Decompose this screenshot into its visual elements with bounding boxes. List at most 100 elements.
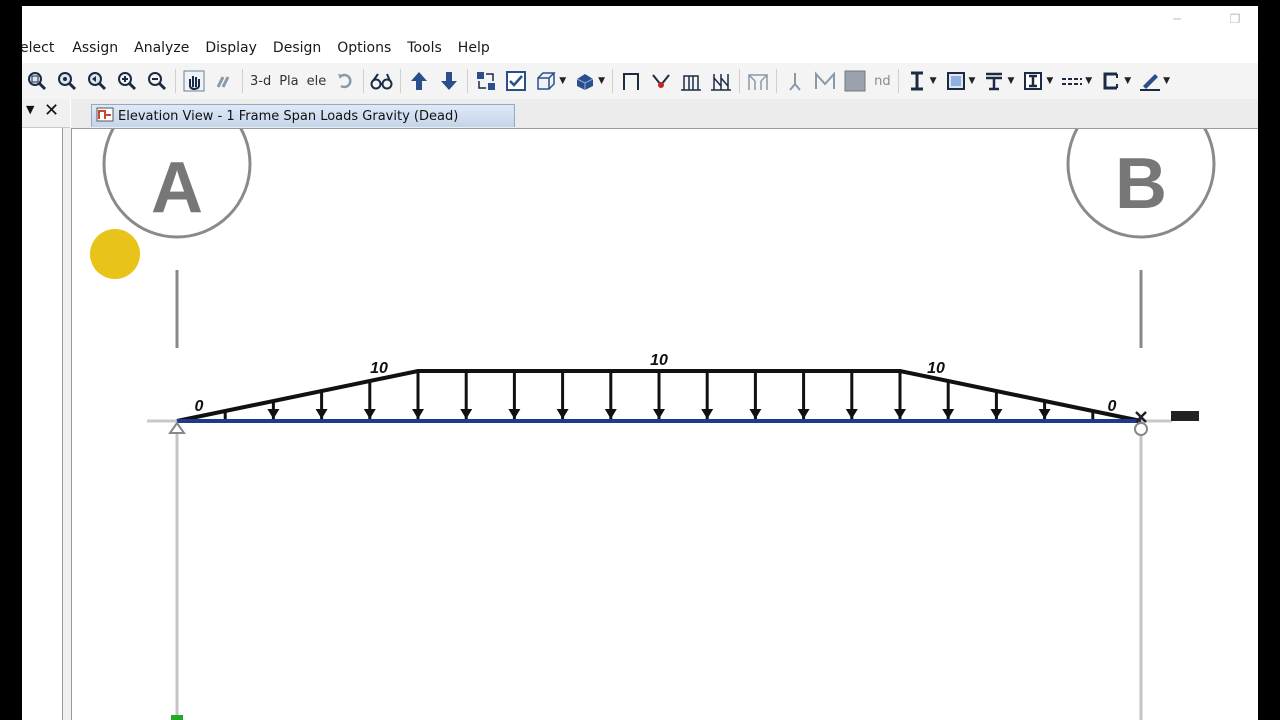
pen-icon[interactable] — [1138, 69, 1162, 93]
support-marker — [171, 715, 183, 720]
zoom-in-icon[interactable] — [115, 69, 139, 93]
load-arrow-head — [653, 409, 665, 419]
load-arrow-head — [942, 409, 955, 419]
pointer-icon[interactable] — [212, 69, 236, 93]
node-label-button[interactable]: nd — [874, 74, 891, 89]
column-icon[interactable] — [679, 69, 703, 93]
close-icon[interactable]: ✕ — [44, 100, 59, 122]
distributed-load — [176, 369, 1142, 423]
frame-icon[interactable] — [619, 69, 643, 93]
cursor-highlight — [90, 229, 140, 279]
load-arrow-head — [990, 409, 1003, 419]
rotate-icon[interactable] — [333, 69, 357, 93]
dropdown-caret-icon[interactable]: ▼ — [1163, 76, 1170, 86]
menu-analyze[interactable]: Analyze — [126, 36, 197, 61]
grid-label-a: A — [151, 148, 203, 228]
model-canvas[interactable]: A B 0 10 10 10 0 — [71, 129, 1258, 720]
load-arrow-head — [556, 409, 569, 419]
elevation-drawing: A B 0 10 10 10 0 — [90, 129, 1216, 720]
toolbar-separator — [612, 69, 614, 93]
glasses-icon[interactable] — [370, 69, 394, 93]
toolbar-separator — [776, 69, 778, 93]
view-tab-strip: Elevation View - 1 Frame Span Loads Grav… — [71, 99, 1258, 129]
dropdown-caret-icon[interactable]: ▼ — [1085, 76, 1092, 86]
load-arrow-head — [894, 409, 906, 419]
load-arrow-head — [845, 409, 858, 419]
support-icon[interactable] — [783, 69, 807, 93]
dropdown-caret-icon[interactable]: ▼ — [559, 76, 566, 86]
truss-icon[interactable] — [813, 69, 837, 93]
zoom-restore-icon[interactable] — [55, 69, 79, 93]
load-arrow-head — [363, 409, 376, 419]
zoom-rubber-band-icon[interactable] — [25, 69, 49, 93]
load-arrow-head — [797, 409, 810, 419]
menu-tools[interactable]: Tools — [399, 36, 450, 61]
section-channel-icon[interactable] — [1021, 69, 1045, 93]
load-arrow-head — [412, 409, 424, 419]
dropdown-caret-icon[interactable]: ▼ — [1007, 76, 1014, 86]
section-dash-icon[interactable] — [1060, 69, 1084, 93]
view-plan-button[interactable]: Pla — [279, 74, 298, 89]
move-up-icon[interactable] — [407, 69, 431, 93]
restore-icon[interactable]: ❐ — [1228, 12, 1242, 26]
tab-label: Elevation View - 1 Frame Span Loads Grav… — [118, 108, 459, 124]
application-window: ─ ❐ elect Assign Analyze Display Design … — [22, 6, 1258, 720]
tab-elevation-view[interactable]: Elevation View - 1 Frame Span Loads Grav… — [91, 104, 515, 127]
minimize-icon[interactable]: ─ — [1170, 12, 1184, 26]
toolbar-separator — [467, 69, 469, 93]
toolbar: 3-d Pla ele ▼ ▼ nd ▼ ▼ ▼ ▼ ▼ ▼ ▼ — [22, 63, 1258, 99]
menu-bar: elect Assign Analyze Display Design Opti… — [22, 36, 1258, 61]
load-label-ramp-left: 10 — [370, 360, 388, 377]
menu-options[interactable]: Options — [329, 36, 399, 61]
toolbar-separator — [400, 69, 402, 93]
load-label-end: 0 — [1108, 398, 1117, 415]
dropdown-caret-icon[interactable]: ▼ — [930, 76, 937, 86]
load-label-ramp-right: 10 — [927, 360, 945, 377]
wall-icon[interactable] — [746, 69, 770, 93]
global-axis-icon — [1171, 411, 1199, 421]
menu-display[interactable]: Display — [197, 36, 265, 61]
section-t-icon[interactable] — [982, 69, 1006, 93]
view-3d-button[interactable]: 3-d — [250, 74, 271, 89]
area-fill-icon[interactable] — [843, 69, 867, 93]
dropdown-caret-icon[interactable]: ▼ — [598, 76, 605, 86]
load-arrow-head — [1038, 409, 1051, 419]
dropdown-caret-icon[interactable]: ▼ — [1046, 76, 1053, 86]
check-icon[interactable] — [504, 69, 528, 93]
section-box-icon[interactable] — [944, 69, 968, 93]
view-elevation-button[interactable]: ele — [307, 74, 327, 89]
pin-support-left — [168, 421, 186, 434]
extrude-icon[interactable] — [573, 69, 597, 93]
toolbar-separator — [242, 69, 243, 93]
load-arrow-head — [701, 409, 714, 419]
load-arrow-head — [267, 409, 280, 419]
move-down-icon[interactable] — [437, 69, 461, 93]
zoom-out-icon[interactable] — [145, 69, 169, 93]
menu-select[interactable]: elect — [22, 36, 64, 61]
menu-assign[interactable]: Assign — [64, 36, 126, 61]
snap-icon[interactable] — [474, 69, 498, 93]
toolbar-separator — [363, 69, 365, 93]
toolbar-separator — [175, 69, 176, 93]
menu-design[interactable]: Design — [265, 36, 329, 61]
menu-help[interactable]: Help — [450, 36, 498, 61]
dropdown-caret-icon[interactable]: ▼ — [1124, 76, 1131, 86]
pan-icon[interactable] — [182, 69, 206, 93]
load-arrow-head — [315, 409, 328, 419]
panel-menu-icon[interactable]: ▼ — [26, 103, 34, 116]
section-i-icon[interactable] — [905, 69, 929, 93]
link-icon[interactable] — [649, 69, 673, 93]
load-label-start: 0 — [195, 398, 204, 415]
roller-support-right — [1134, 422, 1148, 436]
model-explorer-panel — [22, 128, 63, 720]
grid-label-b: B — [1115, 144, 1167, 224]
brace-icon[interactable] — [709, 69, 733, 93]
zoom-previous-icon[interactable] — [85, 69, 109, 93]
object-shrink-icon[interactable] — [534, 69, 558, 93]
elevation-view-icon — [96, 106, 114, 126]
section-c-icon[interactable] — [1099, 69, 1123, 93]
title-bar: ─ ❐ — [22, 6, 1258, 36]
model-explorer-header: ▼ ✕ — [22, 99, 70, 128]
load-arrow-head — [604, 409, 617, 419]
dropdown-caret-icon[interactable]: ▼ — [969, 76, 976, 86]
